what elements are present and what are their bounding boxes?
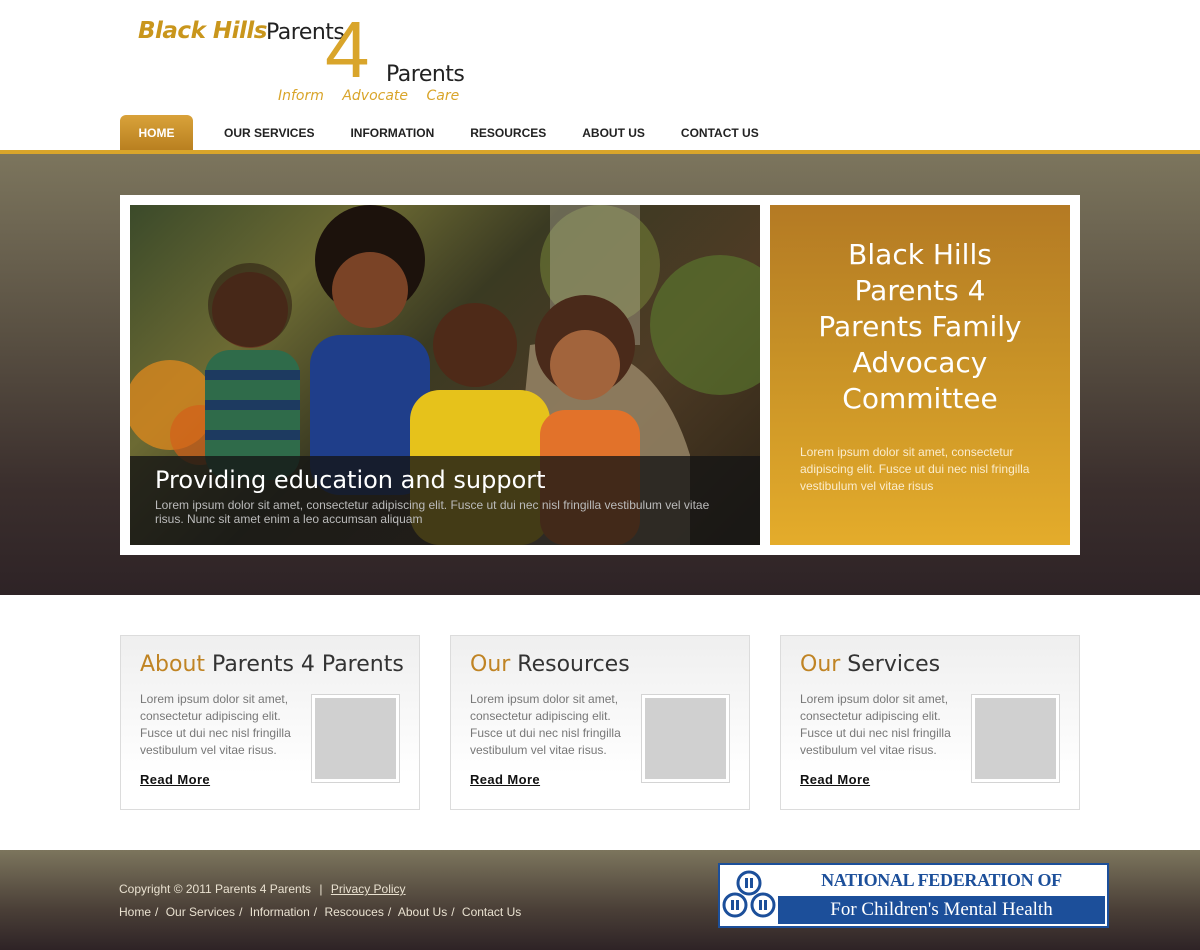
footer-link-information[interactable]: Information: [250, 905, 310, 919]
nff-family-icon: [722, 867, 776, 924]
nav-home[interactable]: HOME: [120, 115, 193, 151]
footer-separator: /: [451, 905, 455, 919]
footer-link-our-services[interactable]: Our Services: [166, 905, 235, 919]
footer-separator: /: [155, 905, 159, 919]
footer-separator: /: [387, 905, 392, 919]
image-placeholder: [315, 698, 396, 779]
box-resources: Our Resources Lorem ipsum dolor sit amet…: [450, 635, 750, 810]
footer: Copyright © 2011 Parents 4 Parents | Pri…: [0, 850, 1200, 950]
box-text: Lorem ipsum dolor sit amet, consectetur …: [140, 692, 291, 757]
nav-resources[interactable]: RESOURCES: [470, 115, 546, 151]
hero-caption: Providing education and support Lorem ip…: [130, 456, 760, 545]
box-title-rest: Resources: [510, 652, 630, 677]
footer-link-resources[interactable]: Rescouces: [324, 905, 383, 919]
box-title-highlight: Our: [470, 652, 511, 677]
nff-banner[interactable]: NATIONAL FEDERATION OF FAMILIES For Chil…: [718, 863, 1109, 928]
logo-parents-right: Parents: [386, 62, 465, 87]
footer-link-about-us[interactable]: About Us: [398, 905, 447, 919]
hero-side-panel: Black Hills Parents 4 Parents Family Adv…: [770, 205, 1070, 545]
box-title: About Parents 4 Parents: [140, 652, 404, 677]
nav-information[interactable]: INFORMATION: [350, 115, 434, 151]
read-more-link[interactable]: Read More: [140, 772, 210, 787]
copyright-text: Copyright © 2011 Parents 4 Parents: [119, 882, 312, 896]
footer-separator: /: [313, 905, 318, 919]
privacy-policy-link[interactable]: Privacy Policy: [331, 882, 406, 896]
hero-side-text: Lorem ipsum dolor sit amet, consectetur …: [800, 445, 1030, 493]
box-thumbnail: [971, 694, 1060, 783]
nff-subtitle: For Children's Mental Health: [778, 896, 1105, 924]
box-text: Lorem ipsum dolor sit amet, consectetur …: [800, 692, 951, 757]
footer-copyright-line: Copyright © 2011 Parents 4 Parents | Pri…: [119, 882, 406, 896]
nav-about-us[interactable]: ABOUT US: [582, 115, 645, 151]
logo-four: 4: [325, 5, 369, 94]
hero-caption-title: Providing education and support: [155, 466, 546, 494]
footer-separator: /: [239, 905, 243, 919]
footer-link-home[interactable]: Home: [119, 905, 151, 919]
box-title-highlight: Our: [800, 652, 841, 677]
box-title-highlight: About: [140, 652, 206, 677]
read-more-link[interactable]: Read More: [800, 772, 870, 787]
footer-links: Home / Our Services / Information / Rescouc…: [119, 905, 521, 919]
footer-link-contact-us[interactable]: Contact Us: [462, 905, 521, 919]
box-title: Our Services: [800, 652, 1060, 677]
box-services: Our Services Lorem ipsum dolor sit amet,…: [780, 635, 1080, 810]
box-text: Lorem ipsum dolor sit amet, consectetur …: [470, 692, 621, 757]
logo-tagline: Inform Advocate Care: [278, 88, 460, 104]
nff-title: NATIONAL FEDERATION OF FAMILIES: [778, 867, 1105, 917]
image-placeholder: [975, 698, 1056, 779]
footer-divider: |: [319, 882, 323, 896]
box-thumbnail: [311, 694, 400, 783]
image-placeholder: [645, 698, 726, 779]
box-title-rest: Parents 4 Parents: [205, 652, 404, 677]
read-more-link[interactable]: Read More: [470, 772, 540, 787]
box-thumbnail: [641, 694, 730, 783]
box-title-rest: Services: [840, 652, 941, 677]
nav-our-services[interactable]: OUR SERVICES: [224, 115, 314, 151]
site-logo[interactable]: Black Hills Parents 4 Parents Inform Adv…: [120, 0, 480, 112]
main-nav: HOME OUR SERVICES INFORMATION RESOURCES …: [120, 115, 795, 151]
logo-black-hills: Black Hills: [138, 18, 267, 44]
hero-side-title: Black Hills Parents 4 Parents Family Adv…: [818, 238, 1022, 415]
box-about: About Parents 4 Parents Lorem ipsum dolo…: [120, 635, 420, 810]
hero-caption-text: Lorem ipsum dolor sit amet, consectetur …: [155, 498, 710, 526]
box-title: Our Resources: [470, 652, 730, 677]
nav-contact-us[interactable]: CONTACT US: [681, 115, 759, 151]
